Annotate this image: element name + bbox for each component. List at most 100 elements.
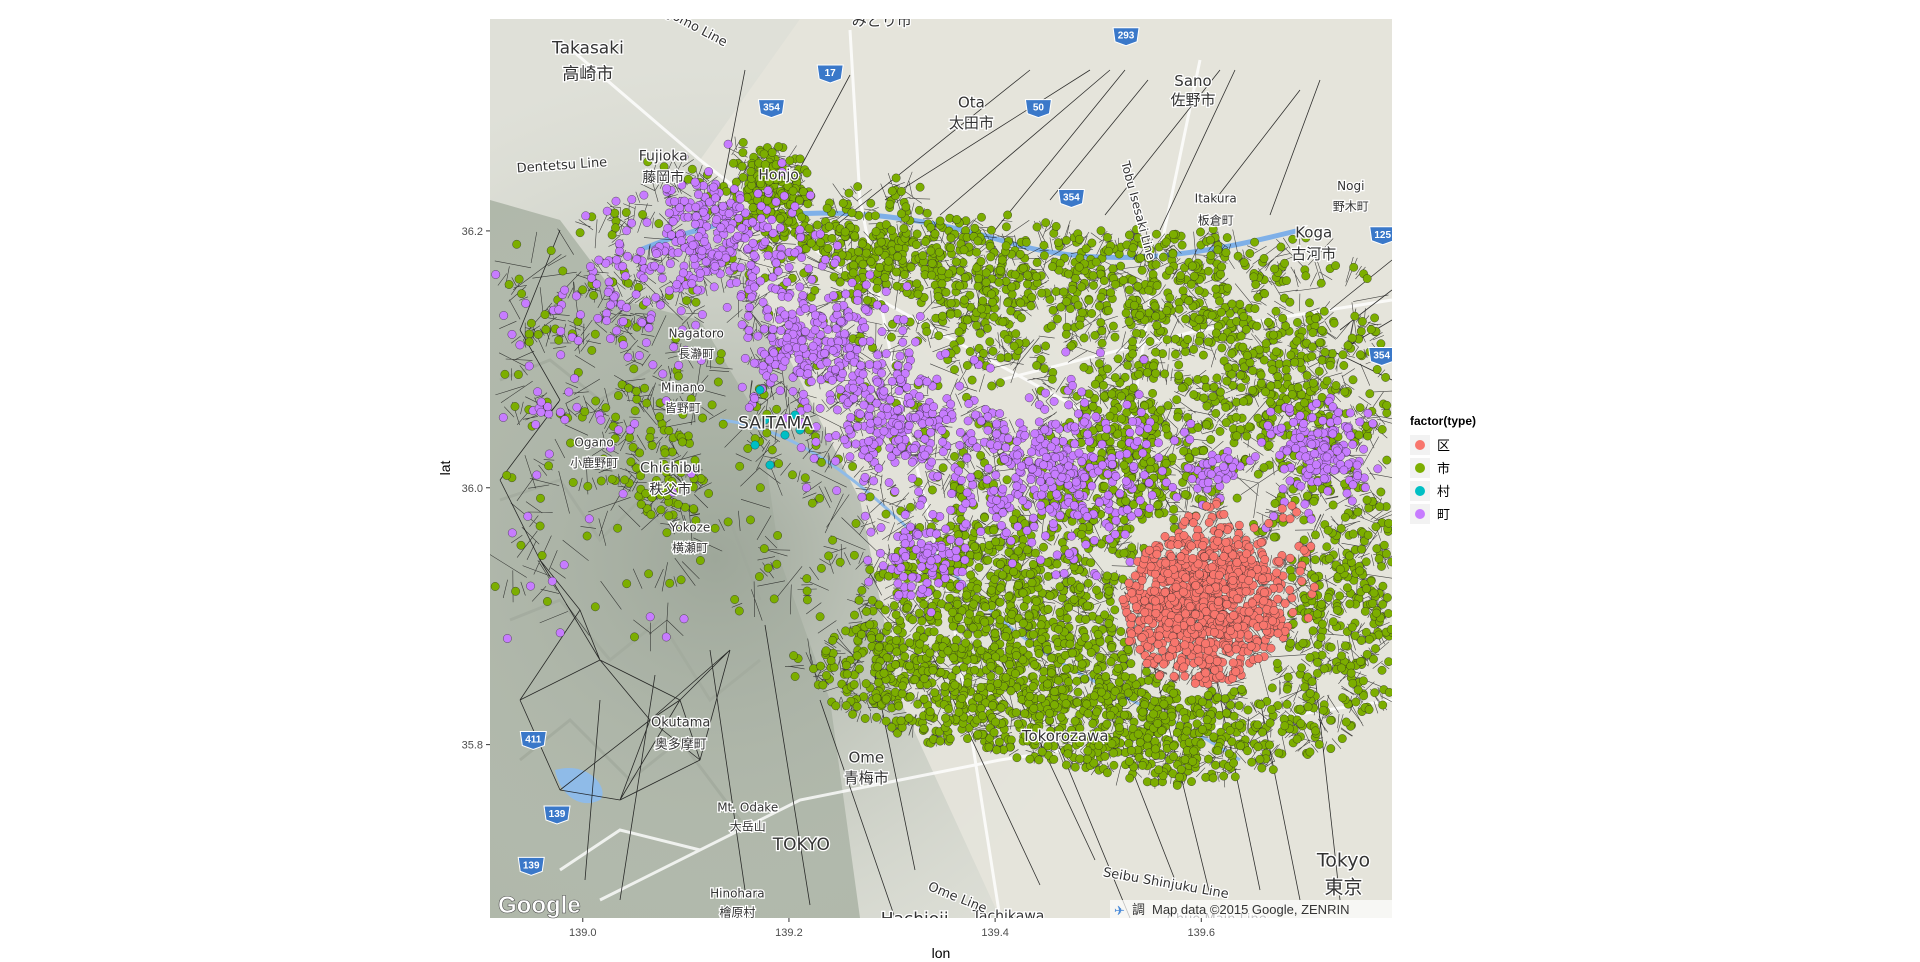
municipality-point xyxy=(904,421,914,430)
municipality-point xyxy=(1074,490,1084,499)
municipality-point xyxy=(769,348,779,358)
municipality-point xyxy=(1000,425,1010,435)
municipality-point xyxy=(710,523,720,533)
municipality-point xyxy=(568,478,578,487)
municipality-point xyxy=(665,578,675,588)
municipality-point xyxy=(826,656,836,665)
municipality-point xyxy=(934,331,944,341)
municipality-point xyxy=(865,394,875,403)
municipality-point xyxy=(1072,676,1082,686)
municipality-point xyxy=(906,502,915,512)
municipality-point xyxy=(1154,453,1164,462)
municipality-point xyxy=(527,318,536,328)
municipality-point xyxy=(949,653,958,663)
municipality-point xyxy=(965,609,974,619)
municipality-point xyxy=(1213,245,1223,255)
municipality-point xyxy=(1293,318,1302,327)
municipality-point xyxy=(1075,582,1085,592)
municipality-point xyxy=(973,730,983,739)
municipality-point xyxy=(865,360,874,369)
municipality-point xyxy=(1177,240,1187,250)
municipality-point xyxy=(1084,437,1094,446)
municipality-point xyxy=(1082,699,1092,709)
municipality-point xyxy=(849,260,859,270)
municipality-point xyxy=(1148,269,1158,279)
municipality-point xyxy=(1022,237,1031,247)
municipality-point xyxy=(806,238,816,248)
municipality-point xyxy=(763,312,773,322)
municipality-point xyxy=(934,247,944,257)
municipality-point xyxy=(1234,701,1244,710)
municipality-point xyxy=(1372,608,1381,618)
municipality-point xyxy=(960,273,970,282)
municipality-point xyxy=(879,426,889,436)
municipality-point xyxy=(1113,354,1123,364)
municipality-point xyxy=(1009,567,1018,577)
municipality-point xyxy=(860,511,870,521)
municipality-point xyxy=(887,377,897,386)
municipality-point xyxy=(1045,708,1054,718)
municipality-point xyxy=(591,396,601,406)
municipality-point xyxy=(1376,339,1386,349)
municipality-point xyxy=(952,635,961,645)
municipality-point xyxy=(1157,726,1167,736)
municipality-point xyxy=(1211,409,1221,418)
municipality-point xyxy=(1052,559,1062,569)
municipality-point xyxy=(704,167,713,176)
municipality-point xyxy=(1199,350,1208,360)
municipality-point xyxy=(756,201,766,211)
municipality-point xyxy=(1208,392,1218,401)
municipality-point xyxy=(1159,252,1168,262)
municipality-point xyxy=(1286,638,1295,648)
municipality-point xyxy=(1387,557,1392,567)
municipality-point xyxy=(856,361,866,370)
municipality-point xyxy=(817,458,826,467)
municipality-point xyxy=(899,572,908,582)
municipality-point xyxy=(1133,436,1142,446)
municipality-point xyxy=(710,205,720,214)
municipality-point xyxy=(1032,222,1042,232)
municipality-point xyxy=(944,704,953,714)
municipality-point xyxy=(1027,538,1037,547)
municipality-point xyxy=(688,240,698,250)
municipality-point xyxy=(750,358,759,368)
municipality-point xyxy=(748,272,757,282)
municipality-point xyxy=(826,395,835,405)
municipality-point xyxy=(1036,620,1046,630)
municipality-point xyxy=(803,595,812,605)
municipality-point xyxy=(1377,665,1387,675)
municipality-point xyxy=(1353,685,1363,695)
municipality-point xyxy=(875,633,885,642)
municipality-point xyxy=(1048,305,1058,315)
municipality-point xyxy=(873,662,883,672)
municipality-point xyxy=(1172,781,1182,790)
municipality-point xyxy=(998,508,1008,518)
municipality-point xyxy=(794,354,804,364)
municipality-point xyxy=(1120,530,1130,539)
municipality-point xyxy=(1340,387,1350,397)
municipality-point xyxy=(996,353,1006,363)
municipality-point xyxy=(1356,327,1366,336)
municipality-point xyxy=(1328,349,1337,358)
municipality-point xyxy=(917,616,927,626)
municipality-point xyxy=(1106,288,1116,297)
municipality-point xyxy=(625,433,634,443)
municipality-point xyxy=(1104,246,1114,256)
municipality-point xyxy=(1081,615,1091,624)
municipality-point xyxy=(1154,765,1164,775)
municipality-point xyxy=(803,369,813,379)
municipality-point xyxy=(1020,709,1029,718)
municipality-point xyxy=(1216,307,1226,317)
municipality-point xyxy=(1064,548,1074,558)
municipality-point xyxy=(1360,607,1370,616)
municipality-point xyxy=(1107,460,1117,469)
municipality-point xyxy=(678,437,687,447)
municipality-point xyxy=(1127,543,1137,552)
municipality-point xyxy=(859,400,869,410)
municipality-point xyxy=(823,243,833,253)
municipality-point xyxy=(804,264,814,273)
municipality-point xyxy=(964,399,974,409)
municipality-point xyxy=(897,689,907,699)
municipality-point xyxy=(1362,274,1372,283)
municipality-point xyxy=(906,262,916,272)
